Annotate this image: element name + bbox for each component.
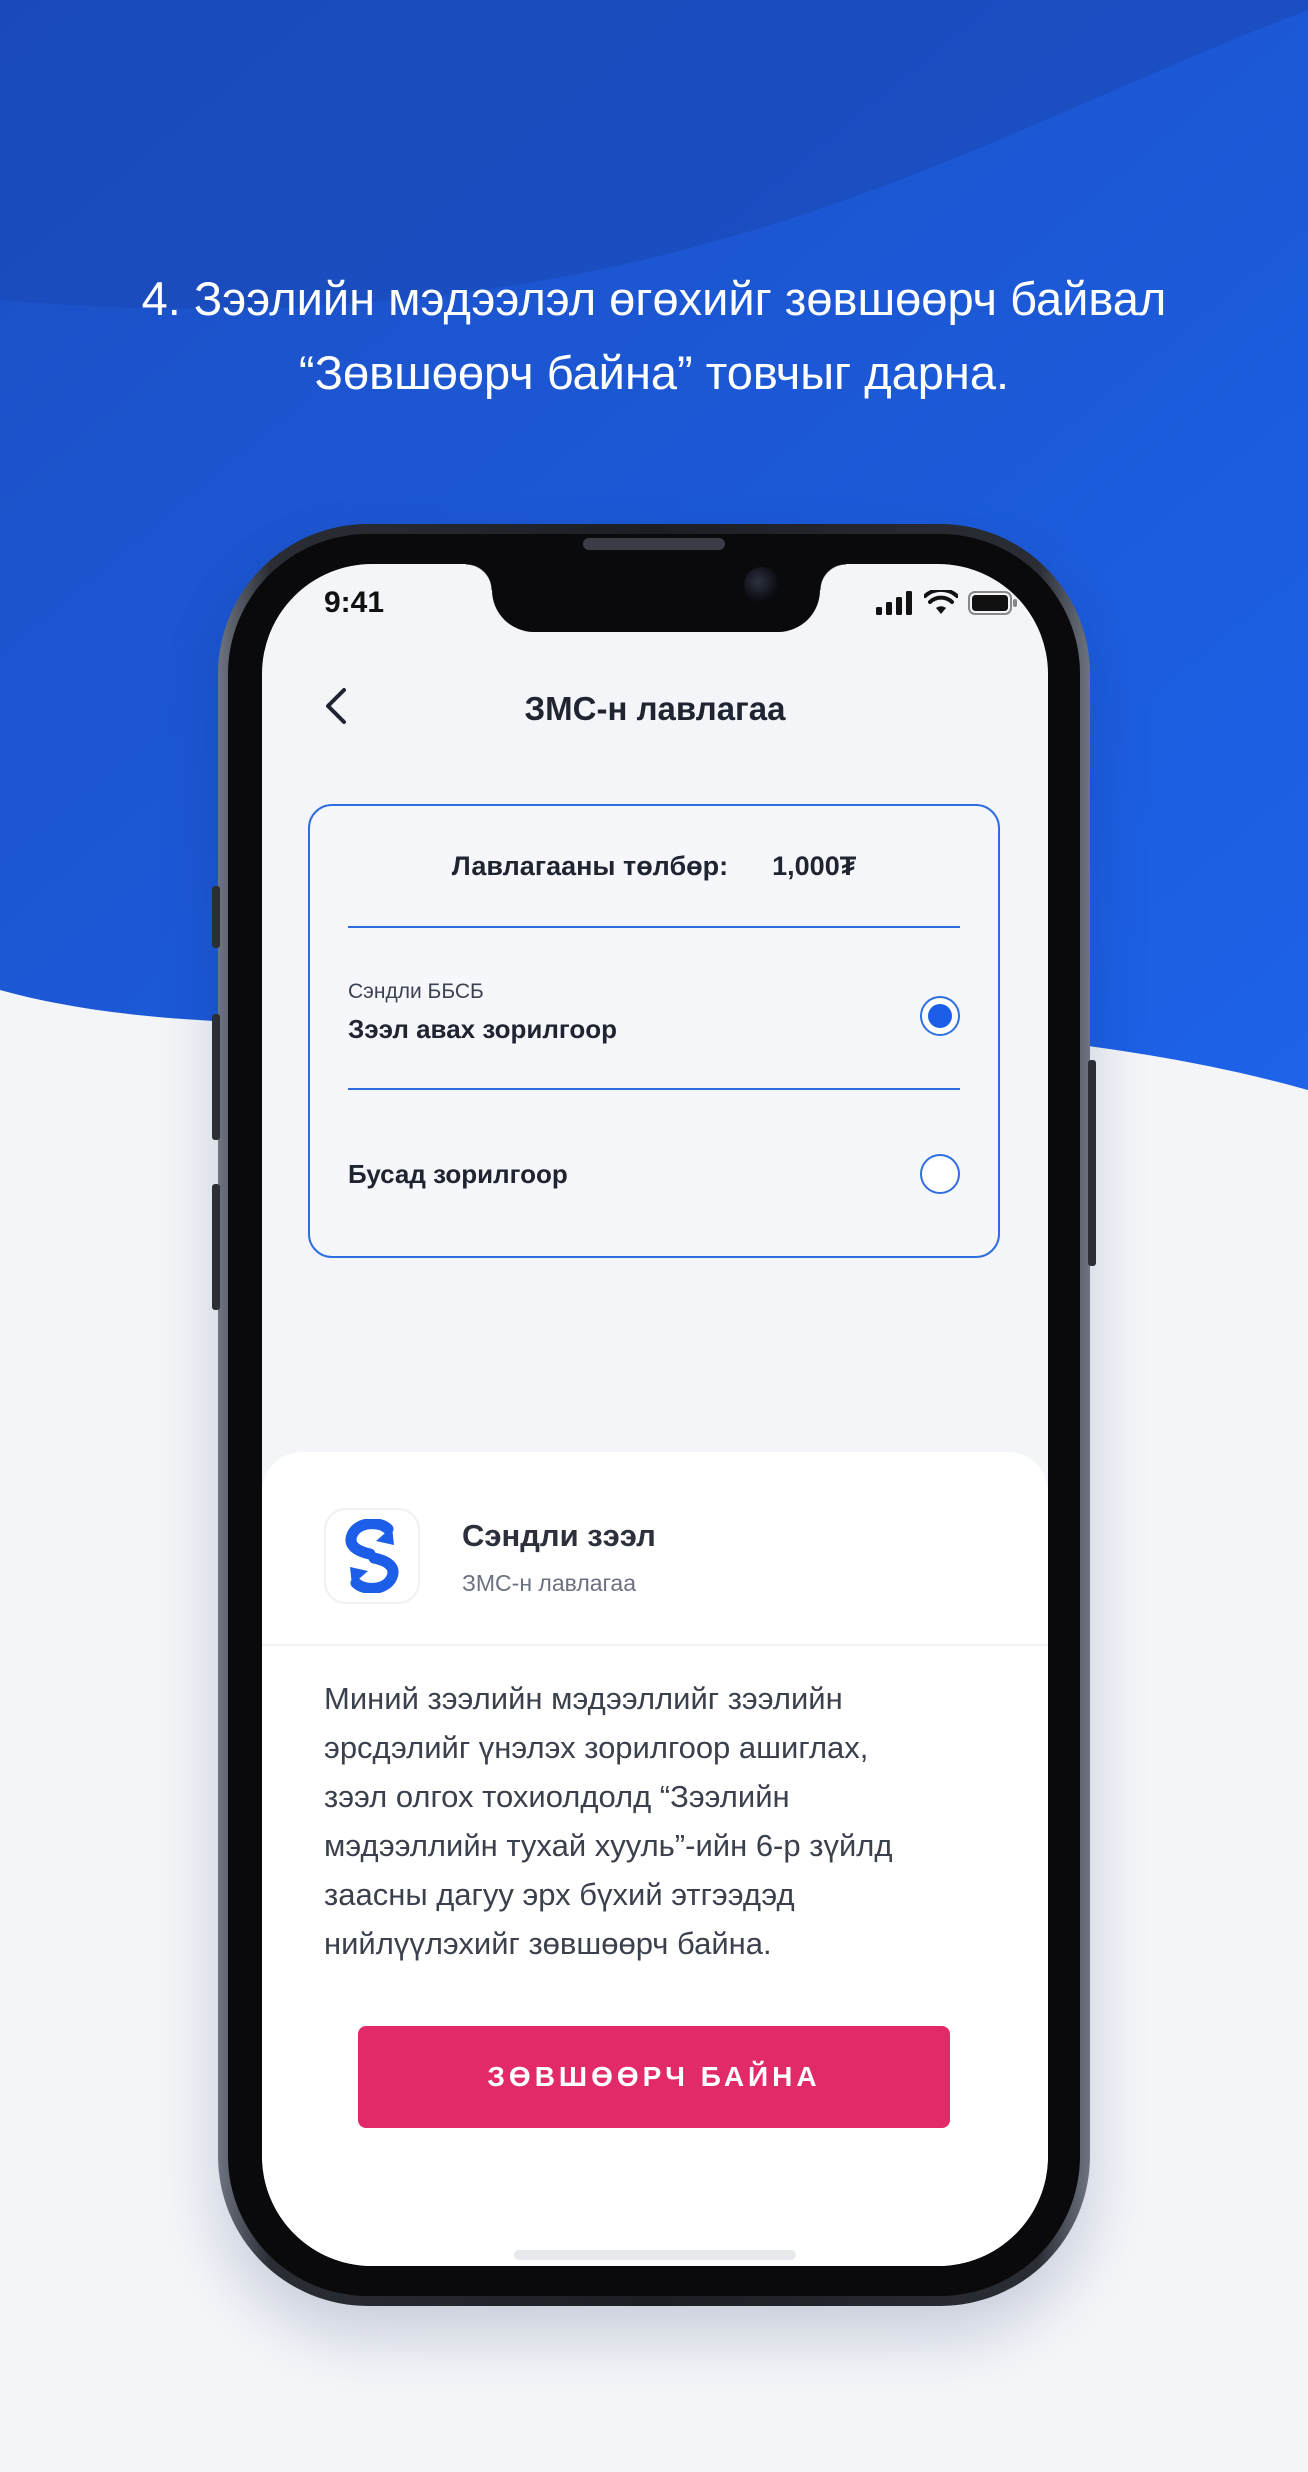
status-time: 9:41 xyxy=(324,586,385,619)
speaker-grille xyxy=(583,538,725,550)
battery-icon xyxy=(968,591,1017,615)
option-other-purpose[interactable]: Бусад зорилгоор xyxy=(348,1152,960,1212)
phone-screen: 9:41 ЗМС-н лавлагаа Лавлагааны төлбөр: 1… xyxy=(262,564,1048,2266)
consent-line: мэдээллийн тухай хууль”-ийн 6-р зүйлд xyxy=(324,1828,893,1863)
option-label: Бусад зорилгоор xyxy=(348,1159,568,1189)
radio-selected[interactable] xyxy=(920,996,960,1036)
page-title: ЗМС-н лавлагаа xyxy=(524,690,786,727)
status-icons xyxy=(876,590,1018,616)
radio-unselected[interactable] xyxy=(920,1154,960,1194)
fee-row: Лавлагааны төлбөр: 1,000₮ xyxy=(310,806,998,926)
app-logo xyxy=(324,1508,420,1604)
divider xyxy=(348,926,960,928)
wifi-icon xyxy=(924,590,958,614)
consent-text: Миний зээлийн мэдээллийг зээлийн эрсдэли… xyxy=(324,1674,964,1968)
volume-up-button xyxy=(212,1014,220,1140)
notch xyxy=(466,564,846,632)
fee-label: Лавлагааны төлбөр: xyxy=(451,850,729,881)
divider xyxy=(348,1088,960,1090)
sendly-logo-icon xyxy=(345,1519,399,1593)
consent-line: заасны дагуу эрх бүхий этгээдэд xyxy=(324,1877,795,1912)
headline: 4. Зээлийн мэдээлэл өгөхийг зөвшөөрч бай… xyxy=(0,262,1308,410)
signal-icon xyxy=(876,591,912,615)
option-subtitle: Сэндли ББСБ xyxy=(348,980,484,1003)
consent-line: Миний зээлийн мэдээллийг зээлийн xyxy=(324,1681,843,1716)
camera xyxy=(744,567,780,603)
consent-line: эрсдэлийг үнэлэх зорилгоор ашиглах, xyxy=(324,1730,869,1765)
app-subtitle: ЗМС-н лавлагаа xyxy=(462,1570,636,1596)
accept-button[interactable]: ЗӨВШӨӨРЧ БАЙНА xyxy=(358,2026,950,2128)
consent-sheet: Сэндли зээл ЗМС-н лавлагаа Миний зээлийн… xyxy=(262,1452,1048,2266)
fee-value: 1,000₮ xyxy=(772,850,857,881)
power-button xyxy=(1088,1060,1096,1266)
home-indicator xyxy=(514,2250,796,2260)
volume-down-button xyxy=(212,1184,220,1310)
divider xyxy=(262,1644,1048,1646)
reference-options-card: Лавлагааны төлбөр: 1,000₮ Сэндли ББСБ Зэ… xyxy=(308,804,1000,1258)
app-name: Сэндли зээл xyxy=(462,1518,656,1553)
consent-line: нийлүүлэхийг зөвшөөрч байна. xyxy=(324,1926,772,1961)
option-loan-purpose[interactable]: Сэндли ББСБ Зээл авах зорилгоор xyxy=(348,980,960,1060)
option-label: Зээл авах зорилгоор xyxy=(348,1014,618,1044)
silent-switch xyxy=(212,886,220,948)
headline-line-2: “Зөвшөөрч байна” товчыг дарна. xyxy=(298,346,1010,399)
consent-line: зээл олгох тохиолдолд “Зээлийн xyxy=(324,1779,790,1814)
headline-line-1: 4. Зээлийн мэдээлэл өгөхийг зөвшөөрч бай… xyxy=(141,272,1167,325)
